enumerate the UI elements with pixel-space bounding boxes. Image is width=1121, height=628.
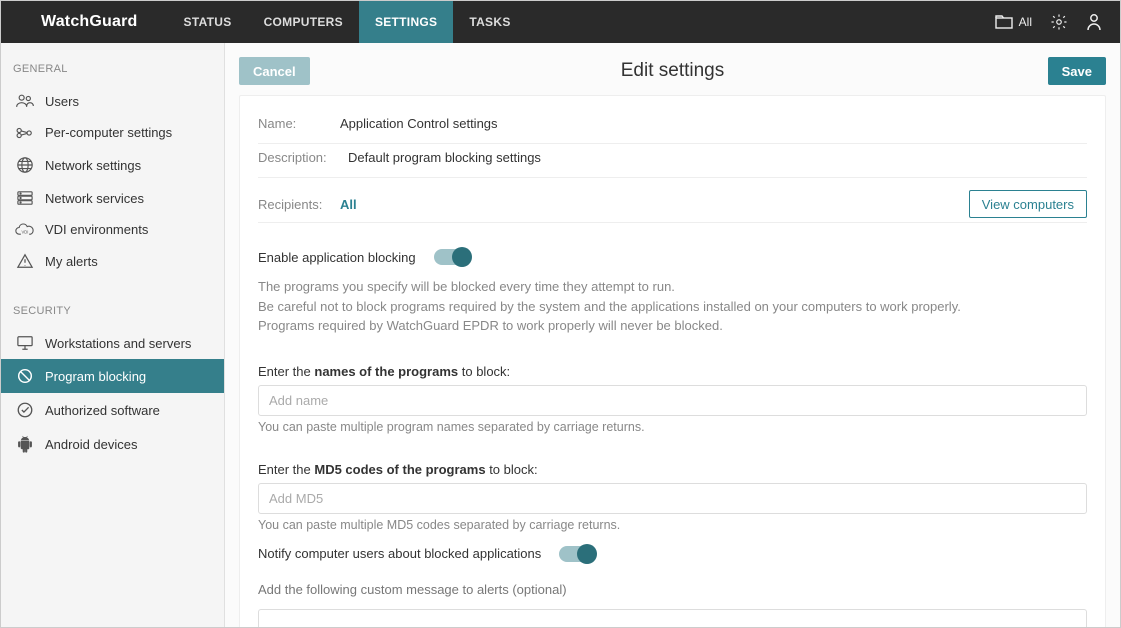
sidebar-label: VDI environments (45, 222, 148, 237)
scope-label: All (1019, 15, 1032, 29)
program-names-label: Enter the names of the programs to block… (258, 364, 1087, 379)
meta-name-row: Name: Application Control settings (258, 110, 1087, 144)
help-line-1: The programs you specify will be blocked… (258, 277, 1087, 297)
custom-message-label: Add the following custom message to aler… (258, 582, 1087, 597)
nav-computers[interactable]: COMPUTERS (248, 1, 359, 43)
sidebar-item-network-settings[interactable]: Network settings (1, 148, 224, 182)
nav-tasks[interactable]: TASKS (453, 1, 526, 43)
settings-panel: Name: Application Control settings Descr… (239, 95, 1106, 627)
android-icon (15, 435, 35, 453)
alert-icon (15, 253, 35, 269)
md5-hint: You can paste multiple MD5 codes separat… (258, 518, 1087, 532)
md5-block: Enter the MD5 codes of the programs to b… (258, 462, 1087, 532)
meta-recip-row: Recipients: All View computers (258, 178, 1087, 223)
custom-message-input[interactable] (258, 609, 1087, 628)
help-line-2: Be careful not to block programs require… (258, 297, 1087, 317)
sidebar-section-general: GENERAL (1, 57, 224, 85)
sidebar-label: Workstations and servers (45, 336, 191, 351)
sidebar-item-per-computer[interactable]: Per-computer settings (1, 117, 224, 148)
sidebar-item-workstations[interactable]: Workstations and servers (1, 327, 224, 359)
sidebar-label: Program blocking (45, 369, 146, 384)
svg-text:VDI: VDI (22, 229, 29, 234)
user-icon (1086, 13, 1102, 31)
sidebar-label: Users (45, 94, 79, 109)
help-line-3: Programs required by WatchGuard EPDR to … (258, 316, 1087, 336)
sidebar-label: Android devices (45, 437, 138, 452)
name-value[interactable]: Application Control settings (340, 116, 498, 131)
check-circle-icon (15, 401, 35, 419)
name-label: Name: (258, 116, 340, 131)
gear-icon (1050, 13, 1068, 31)
block-icon (15, 367, 35, 385)
sidebar-label: Network settings (45, 158, 141, 173)
notify-row: Notify computer users about blocked appl… (258, 546, 1087, 562)
settings-gear[interactable] (1050, 13, 1068, 31)
enable-blocking-block: Enable application blocking The programs… (258, 249, 1087, 336)
link-icon (15, 126, 35, 140)
sidebar-item-android[interactable]: Android devices (1, 427, 224, 461)
program-names-hint: You can paste multiple program names sep… (258, 420, 1087, 434)
content: Cancel Edit settings Save Name: Applicat… (225, 43, 1120, 627)
notify-label: Notify computer users about blocked appl… (258, 546, 541, 561)
custom-message-block: Add the following custom message to aler… (258, 582, 1087, 628)
recip-value[interactable]: All (340, 197, 357, 212)
sidebar-item-program-blocking[interactable]: Program blocking (1, 359, 224, 393)
program-names-input[interactable] (258, 385, 1087, 416)
globe-icon (15, 156, 35, 174)
sidebar-label: My alerts (45, 254, 98, 269)
server-icon (15, 190, 35, 206)
md5-label: Enter the MD5 codes of the programs to b… (258, 462, 1087, 477)
topbar: WatchGuard STATUS COMPUTERS SETTINGS TAS… (1, 1, 1120, 43)
desc-value[interactable]: Default program blocking settings (348, 150, 541, 165)
nav-status[interactable]: STATUS (168, 1, 248, 43)
notify-toggle[interactable] (559, 546, 595, 562)
sidebar-label: Authorized software (45, 403, 160, 418)
program-names-block: Enter the names of the programs to block… (258, 364, 1087, 434)
enable-blocking-toggle[interactable] (434, 249, 470, 265)
recip-label: Recipients: (258, 197, 340, 212)
folder-icon (995, 15, 1013, 29)
blocking-help-text: The programs you specify will be blocked… (258, 277, 1087, 336)
sidebar-item-my-alerts[interactable]: My alerts (1, 245, 224, 277)
topbar-right: All (995, 13, 1102, 31)
scope-selector[interactable]: All (995, 15, 1032, 29)
sidebar-section-security: SECURITY (1, 299, 224, 327)
save-button[interactable]: Save (1048, 57, 1106, 85)
nav-tabs: STATUS COMPUTERS SETTINGS TASKS (168, 1, 527, 43)
sidebar-item-network-services[interactable]: Network services (1, 182, 224, 214)
sidebar-item-vdi[interactable]: VDI VDI environments (1, 214, 224, 245)
desc-label: Description: (258, 150, 348, 165)
md5-input[interactable] (258, 483, 1087, 514)
user-menu[interactable] (1086, 13, 1102, 31)
sidebar-label: Per-computer settings (45, 125, 172, 140)
monitor-icon (15, 335, 35, 351)
brand-logo: WatchGuard (1, 13, 168, 31)
cancel-button[interactable]: Cancel (239, 57, 310, 85)
page-title: Edit settings (621, 60, 725, 82)
meta-desc-row: Description: Default program blocking se… (258, 144, 1087, 178)
sidebar: GENERAL Users Per-computer settings Netw… (1, 43, 225, 627)
nav-settings[interactable]: SETTINGS (359, 1, 453, 43)
view-computers-button[interactable]: View computers (969, 190, 1087, 218)
cloud-vdi-icon: VDI (15, 223, 35, 237)
users-icon (15, 93, 35, 109)
sidebar-item-users[interactable]: Users (1, 85, 224, 117)
enable-blocking-label: Enable application blocking (258, 250, 416, 265)
sidebar-item-authorized-software[interactable]: Authorized software (1, 393, 224, 427)
sidebar-label: Network services (45, 191, 144, 206)
content-header: Cancel Edit settings Save (239, 55, 1106, 87)
